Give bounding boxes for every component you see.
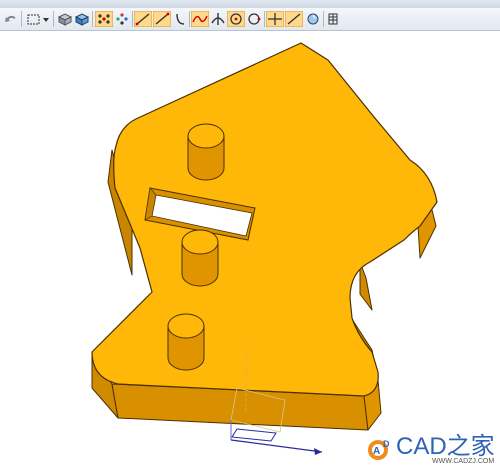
select-box-icon[interactable] [26,11,42,27]
tangent-icon[interactable] [285,11,303,27]
svg-text:A: A [373,446,380,457]
3d-viewport[interactable] [0,0,500,470]
undo-icon[interactable] [4,11,18,27]
cylinder-boss-1[interactable] [187,123,225,181]
dropdown-icon[interactable] [42,11,50,27]
toolbar-separator [264,11,265,27]
curve-icon[interactable] [191,11,209,27]
watermark: A D CAD之家 WWW.CADZJ.COM [366,433,495,465]
cylinder-boss-3[interactable] [167,313,205,371]
watermark-brand: CAD之家 [396,433,495,460]
circle-point-icon[interactable] [246,11,262,27]
polyline-icon[interactable] [153,11,171,27]
part-top-face[interactable] [91,42,438,397]
cylinder-boss-2[interactable] [181,229,219,287]
snap-points-icon[interactable] [114,11,130,27]
toolbar-separator [132,11,133,27]
shaded-view-icon[interactable] [57,11,73,27]
toolbar-separator [189,11,190,27]
cad-logo-icon: A D [368,439,390,460]
toolbar-separator [21,11,22,27]
line-icon[interactable] [134,11,152,27]
view-icon[interactable] [305,11,321,27]
snap-point-icon[interactable] [95,11,113,27]
toolbar-separator [323,11,324,27]
intersect-icon[interactable] [210,11,226,27]
toolbar-separator [53,11,54,27]
grid-icon[interactable] [327,11,339,27]
svg-text:D: D [383,439,390,449]
arc-icon[interactable] [173,11,187,27]
watermark-url: WWW.CADZJ.COM [432,458,495,465]
crosshair-icon[interactable] [266,11,284,27]
main-toolbar [0,8,500,31]
toolbar-separator [92,11,93,27]
cube-icon[interactable] [74,11,90,27]
center-point-icon[interactable] [227,11,245,27]
